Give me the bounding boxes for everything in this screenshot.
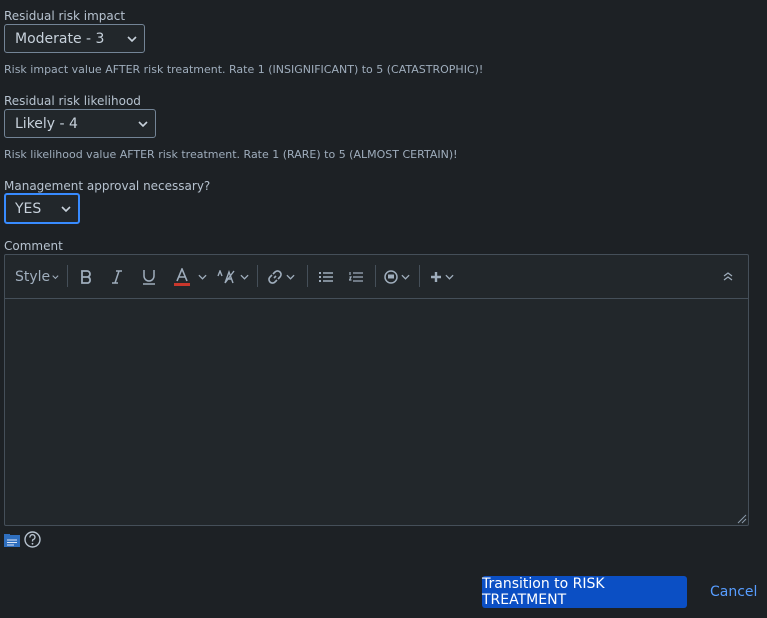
help-icon[interactable] [24, 531, 41, 548]
likelihood-select[interactable]: Likely - 4 [4, 109, 156, 138]
comment-editor: Style [4, 254, 749, 526]
cancel-link[interactable]: Cancel [706, 576, 761, 608]
text-color-icon [174, 267, 190, 286]
italic-button[interactable] [106, 255, 128, 298]
italic-icon [112, 269, 122, 284]
comment-label: Comment [4, 239, 63, 253]
toolbar-divider [375, 265, 376, 287]
likelihood-select-value: Likely - 4 [15, 115, 78, 132]
emoji-icon [384, 269, 398, 284]
chevron-down-icon [52, 274, 59, 279]
impact-label: Residual risk impact [4, 9, 126, 23]
folder-icon[interactable] [4, 534, 20, 548]
bold-icon [81, 269, 91, 284]
insert-more-button[interactable] [425, 255, 459, 298]
bullet-list-button[interactable] [314, 255, 338, 298]
bullet-list-icon [319, 271, 333, 282]
plus-icon [431, 271, 441, 282]
chevron-down-icon [127, 35, 137, 42]
link-icon [268, 269, 282, 284]
collapse-toolbar-button[interactable] [717, 255, 739, 298]
style-dropdown[interactable]: Style [15, 255, 59, 298]
chevron-down-icon [240, 274, 249, 280]
impact-select[interactable]: Moderate - 3 [4, 24, 145, 53]
emoji-button[interactable] [381, 255, 413, 298]
approval-label: Management approval necessary? [4, 179, 211, 193]
toolbar-divider [67, 265, 68, 287]
text-color-button[interactable] [169, 255, 211, 298]
chevron-down-icon [286, 274, 295, 280]
impact-help-text: Risk impact value AFTER risk treatment. … [4, 63, 484, 76]
toolbar-divider [307, 265, 308, 287]
toolbar-divider [257, 265, 258, 287]
likelihood-label: Residual risk likelihood [4, 94, 141, 108]
chevron-down-icon [445, 274, 454, 280]
transition-submit-button[interactable]: Transition to RISK TREATMENT [482, 576, 687, 608]
impact-select-value: Moderate - 3 [15, 30, 105, 47]
toolbar-divider [419, 265, 420, 287]
chevron-down-icon [198, 274, 207, 280]
bold-button[interactable] [75, 255, 97, 298]
comment-textarea[interactable] [5, 299, 748, 525]
chevron-down-icon [61, 205, 71, 212]
editor-toolbar: Style [5, 255, 748, 299]
double-chevron-up-icon [723, 272, 733, 281]
underline-button[interactable] [137, 255, 161, 298]
resize-grip-icon[interactable] [735, 512, 747, 524]
numbered-list-icon [349, 271, 363, 282]
text-formatting-button[interactable] [215, 255, 251, 298]
style-dropdown-label: Style [15, 268, 51, 285]
approval-select[interactable]: YES [4, 193, 80, 224]
chevron-down-icon [401, 274, 410, 280]
underline-icon [143, 269, 155, 285]
chevron-down-icon [138, 120, 148, 127]
text-formatting-icon [217, 269, 235, 283]
numbered-list-button[interactable] [344, 255, 368, 298]
likelihood-help-text: Risk likelihood value AFTER risk treatme… [4, 148, 458, 161]
link-button[interactable] [263, 255, 299, 298]
approval-select-value: YES [15, 200, 42, 217]
